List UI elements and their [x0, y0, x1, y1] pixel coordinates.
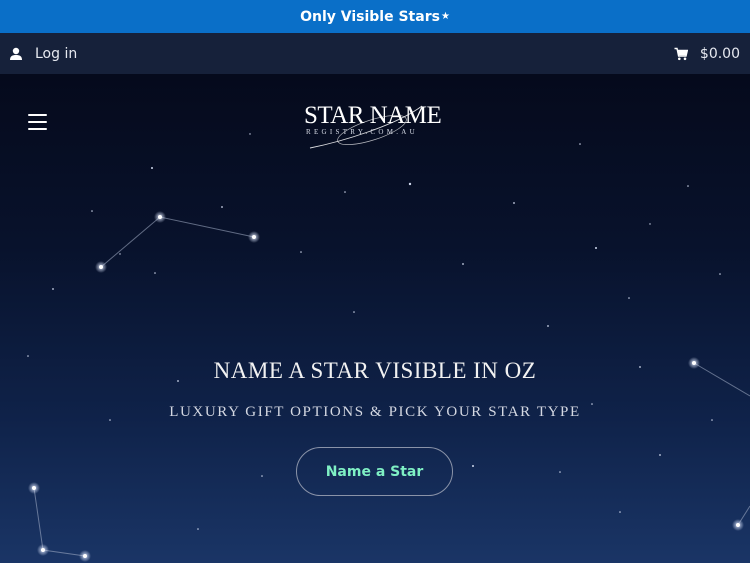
promo-bar[interactable]: Only Visible Stars ★: [0, 0, 750, 33]
promo-text[interactable]: Only Visible Stars: [300, 9, 440, 25]
hero-title: NAME A STAR VISIBLE IN OZ: [213, 358, 537, 383]
cart-total: $0.00: [699, 45, 740, 62]
site-logo[interactable]: STAR NAME REGISTRY.COM.AU: [300, 102, 450, 152]
account-bar: Log in $0.00: [0, 33, 750, 74]
constellation-lines: [33, 216, 750, 557]
logo-subtext: REGISTRY.COM.AU: [306, 128, 418, 136]
login-label: Log in: [35, 45, 78, 62]
user-icon: [10, 47, 22, 60]
hero-subtitle: LUXURY GIFT OPTIONS & PICK YOUR STAR TYP…: [169, 404, 581, 420]
name-a-star-button[interactable]: Name a Star: [296, 447, 453, 496]
hamburger-menu-icon[interactable]: [28, 112, 48, 132]
login-link[interactable]: Log in: [9, 46, 77, 62]
bright-stars: [28, 211, 744, 562]
cart-icon: [674, 47, 688, 60]
hero-section: STAR NAME REGISTRY.COM.AU NAME A STAR VI…: [0, 74, 750, 563]
logo-text: STAR NAME: [304, 102, 442, 129]
cart-link[interactable]: $0.00: [674, 46, 740, 62]
star-icon: ★: [440, 11, 450, 22]
